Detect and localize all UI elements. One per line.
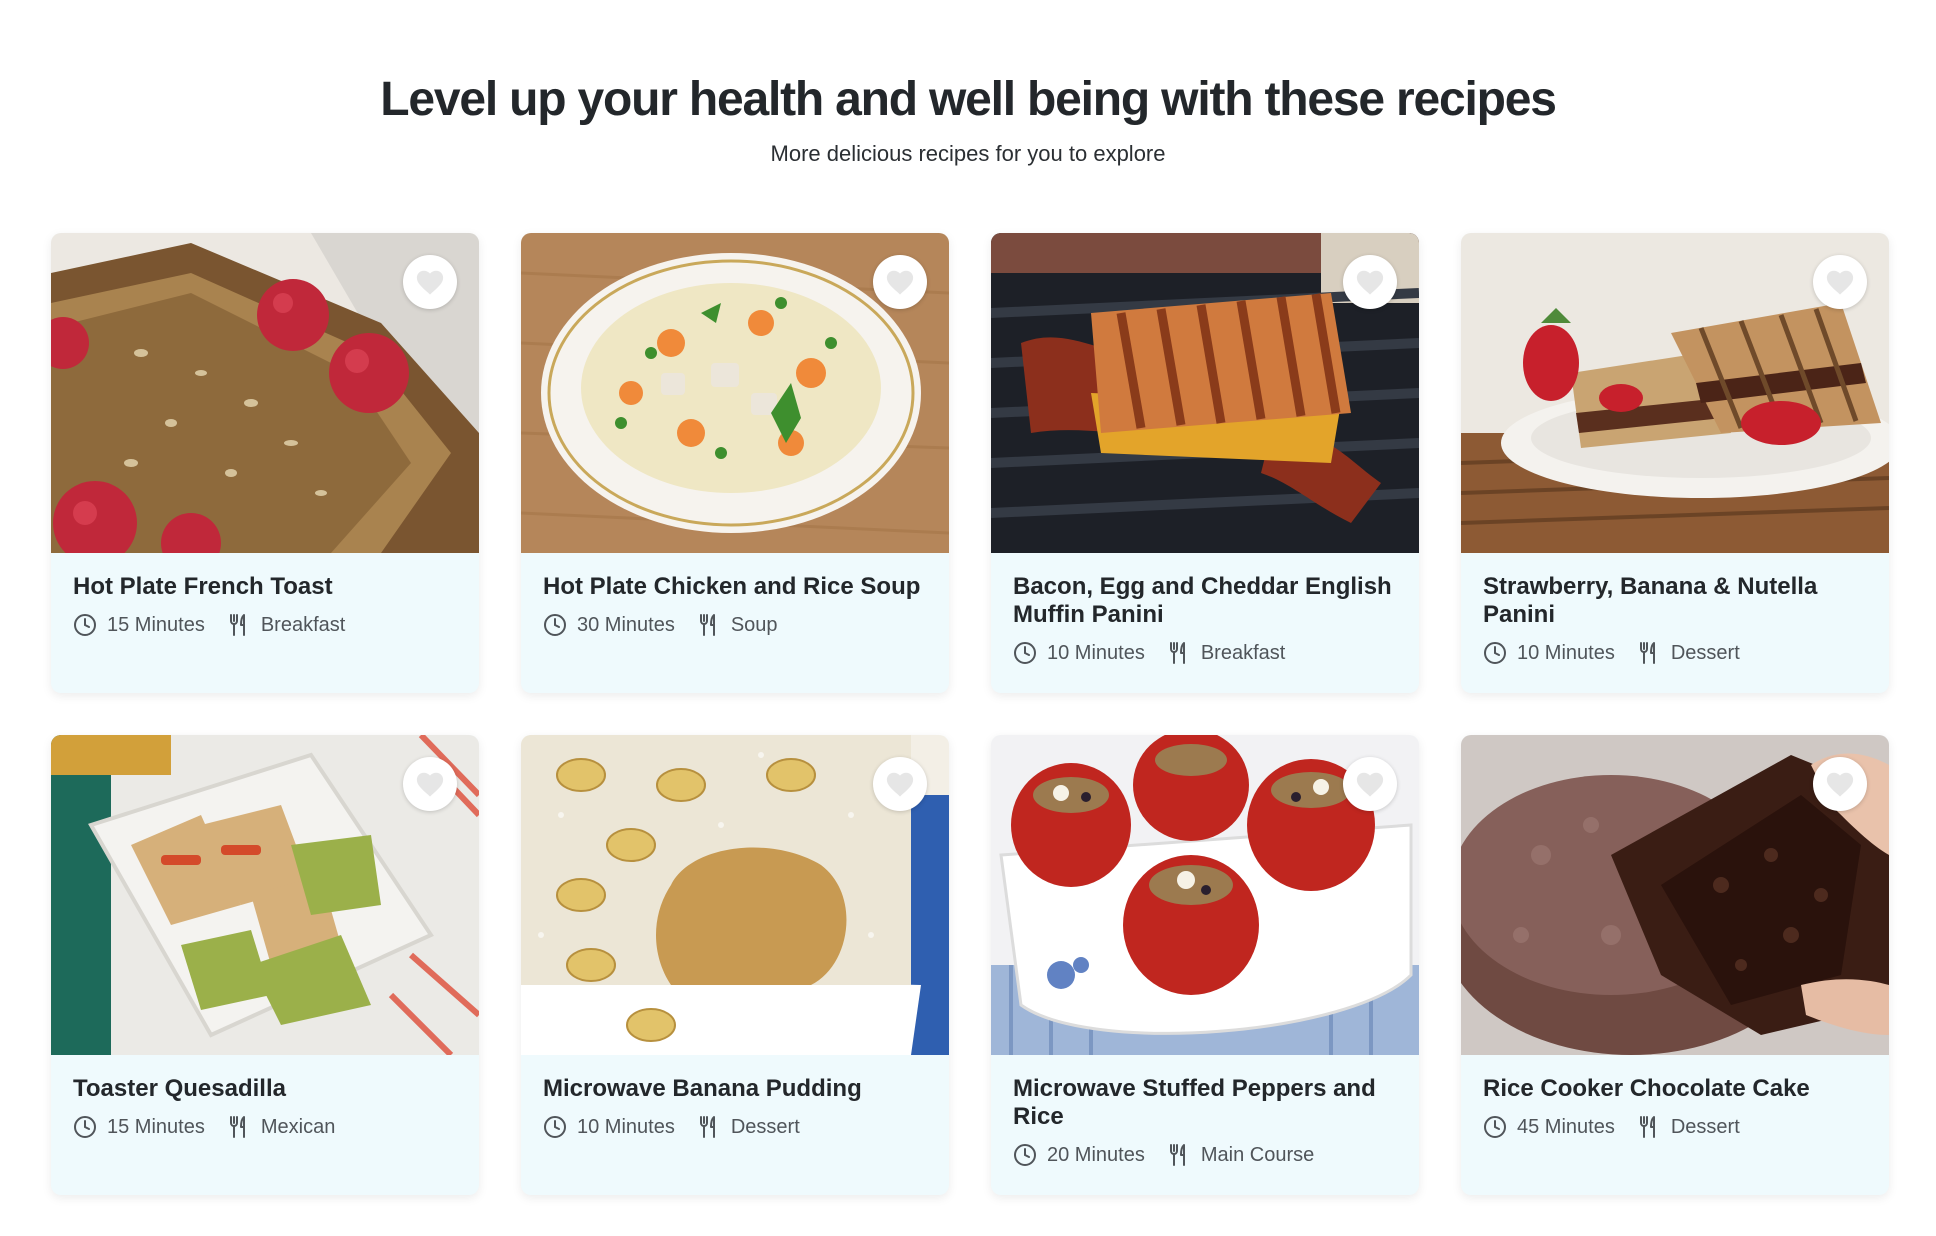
recipe-image[interactable] (51, 233, 479, 553)
heart-icon (1826, 270, 1854, 295)
recipe-meta: 15 Minutes Breakfast (73, 613, 457, 637)
heart-icon (886, 772, 914, 797)
clock-icon (1484, 642, 1506, 664)
fork-knife-icon (229, 1116, 245, 1138)
recipe-card-body: Strawberry, Banana & Nutella Panini 10 M… (1461, 553, 1889, 665)
recipe-title[interactable]: Strawberry, Banana & Nutella Panini (1483, 573, 1867, 629)
heart-icon (1826, 772, 1854, 797)
heart-icon (886, 270, 914, 295)
recipe-grid: Hot Plate French Toast 15 Minutes Breakf… (51, 233, 1889, 1195)
fork-knife-icon (699, 614, 715, 636)
recipe-meta: 20 Minutes Main Course (1013, 1143, 1397, 1167)
favorite-button[interactable] (873, 757, 927, 811)
clock-icon (74, 1116, 96, 1138)
recipe-time: 30 Minutes (543, 613, 675, 637)
recipe-time: 10 Minutes (1013, 641, 1145, 665)
recipe-card-body: Microwave Banana Pudding 10 Minutes Dess… (521, 1055, 949, 1139)
recipe-meta: 10 Minutes Dessert (1483, 641, 1867, 665)
recipe-image[interactable] (51, 735, 479, 1055)
clock-icon (1014, 642, 1036, 664)
recipe-title[interactable]: Microwave Banana Pudding (543, 1075, 927, 1103)
recipe-image[interactable] (991, 735, 1419, 1055)
recipe-time: 20 Minutes (1013, 1143, 1145, 1167)
recipe-card[interactable]: Rice Cooker Chocolate Cake 45 Minutes De… (1461, 735, 1889, 1195)
recipe-card[interactable]: Hot Plate French Toast 15 Minutes Breakf… (51, 233, 479, 693)
recipe-title[interactable]: Toaster Quesadilla (73, 1075, 457, 1103)
recipe-card-body: Hot Plate French Toast 15 Minutes Breakf… (51, 553, 479, 637)
recipe-title[interactable]: Hot Plate Chicken and Rice Soup (543, 573, 927, 601)
recipe-time: 45 Minutes (1483, 1115, 1615, 1139)
recipe-title[interactable]: Bacon, Egg and Cheddar English Muffin Pa… (1013, 573, 1397, 629)
recipe-card[interactable]: Microwave Stuffed Peppers and Rice 20 Mi… (991, 735, 1419, 1195)
favorite-button[interactable] (1813, 757, 1867, 811)
clock-icon (544, 1116, 566, 1138)
recipe-image[interactable] (521, 735, 949, 1055)
favorite-button[interactable] (873, 255, 927, 309)
recipe-card[interactable]: Bacon, Egg and Cheddar English Muffin Pa… (991, 233, 1419, 693)
recipe-meta: 15 Minutes Mexican (73, 1115, 457, 1139)
clock-icon (74, 614, 96, 636)
recipe-title[interactable]: Hot Plate French Toast (73, 573, 457, 601)
fork-knife-icon (699, 1116, 715, 1138)
recipe-title[interactable]: Rice Cooker Chocolate Cake (1483, 1075, 1867, 1103)
fork-knife-icon (1639, 1116, 1655, 1138)
recipe-card[interactable]: Strawberry, Banana & Nutella Panini 10 M… (1461, 233, 1889, 693)
recipe-meta: 45 Minutes Dessert (1483, 1115, 1867, 1139)
clock-icon (1014, 1144, 1036, 1166)
recipe-time: 10 Minutes (1483, 641, 1615, 665)
recipe-meta: 10 Minutes Dessert (543, 1115, 927, 1139)
page-title: Level up your health and well being with… (380, 73, 1557, 126)
recipe-category: Breakfast (227, 613, 345, 637)
recipe-card[interactable]: Microwave Banana Pudding 10 Minutes Dess… (521, 735, 949, 1195)
recipe-category: Main Course (1167, 1143, 1314, 1167)
favorite-button[interactable] (403, 757, 457, 811)
recipe-image[interactable] (1461, 233, 1889, 553)
clock-icon (544, 614, 566, 636)
section-header: Level up your health and well being with… (0, 0, 1936, 167)
page-subtitle: More delicious recipes for you to explor… (770, 141, 1166, 166)
recipe-category: Dessert (1637, 641, 1740, 665)
recipe-time: 15 Minutes (73, 613, 205, 637)
recipe-title[interactable]: Microwave Stuffed Peppers and Rice (1013, 1075, 1397, 1131)
recipe-card[interactable]: Toaster Quesadilla 15 Minutes Mexican (51, 735, 479, 1195)
fork-knife-icon (229, 614, 245, 636)
recipe-time: 10 Minutes (543, 1115, 675, 1139)
recipe-card-body: Bacon, Egg and Cheddar English Muffin Pa… (991, 553, 1419, 665)
clock-icon (1484, 1116, 1506, 1138)
recipe-category: Mexican (227, 1115, 335, 1139)
recipe-image[interactable] (521, 233, 949, 553)
recipe-image[interactable] (1461, 735, 1889, 1055)
recipe-image[interactable] (991, 233, 1419, 553)
fork-knife-icon (1639, 642, 1655, 664)
recipe-meta: 10 Minutes Breakfast (1013, 641, 1397, 665)
recipe-card-body: Rice Cooker Chocolate Cake 45 Minutes De… (1461, 1055, 1889, 1139)
favorite-button[interactable] (1343, 255, 1397, 309)
recipe-time: 15 Minutes (73, 1115, 205, 1139)
recipe-category: Dessert (697, 1115, 800, 1139)
recipe-card-body: Hot Plate Chicken and Rice Soup 30 Minut… (521, 553, 949, 637)
recipe-category: Breakfast (1167, 641, 1285, 665)
favorite-button[interactable] (1813, 255, 1867, 309)
fork-knife-icon (1169, 1144, 1185, 1166)
recipe-card[interactable]: Hot Plate Chicken and Rice Soup 30 Minut… (521, 233, 949, 693)
favorite-button[interactable] (403, 255, 457, 309)
recipe-card-body: Toaster Quesadilla 15 Minutes Mexican (51, 1055, 479, 1139)
fork-knife-icon (1169, 642, 1185, 664)
favorite-button[interactable] (1343, 757, 1397, 811)
recipe-card-body: Microwave Stuffed Peppers and Rice 20 Mi… (991, 1055, 1419, 1167)
heart-icon (416, 270, 444, 295)
heart-icon (416, 772, 444, 797)
recipe-meta: 30 Minutes Soup (543, 613, 927, 637)
heart-icon (1356, 270, 1384, 295)
recipe-category: Dessert (1637, 1115, 1740, 1139)
heart-icon (1356, 772, 1384, 797)
recipe-category: Soup (697, 613, 778, 637)
